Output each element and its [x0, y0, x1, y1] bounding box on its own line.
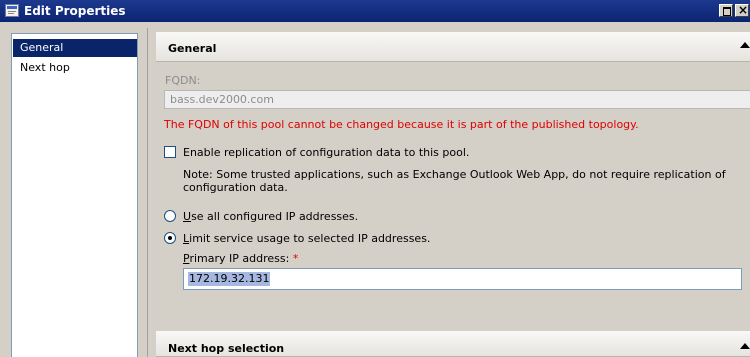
- nav-item-next-hop[interactable]: Next hop: [13, 59, 137, 77]
- close-icon[interactable]: [735, 3, 749, 17]
- section-title: Next hop selection: [168, 342, 285, 355]
- fqdn-label: FQDN:: [165, 74, 201, 87]
- restore-icon[interactable]: [719, 4, 733, 17]
- limit-ip-label[interactable]: Limit service usage to selected IP addre…: [183, 232, 430, 245]
- required-marker: *: [292, 252, 299, 265]
- section-title: General: [168, 42, 217, 55]
- section-header-next-hop[interactable]: Next hop selection: [156, 331, 750, 357]
- primary-ip-label: Primary IP address: *: [183, 252, 298, 265]
- primary-ip-value: 172.19.32.131: [188, 272, 271, 286]
- use-all-ip-radio[interactable]: [164, 210, 176, 222]
- nav-item-general[interactable]: General: [13, 39, 137, 57]
- label-text: rimary IP address:: [189, 252, 290, 265]
- title-bar: Edit Properties: [0, 0, 750, 22]
- collapse-arrow-icon[interactable]: [740, 343, 750, 349]
- option-text: imit service usage to selected IP addres…: [189, 232, 431, 245]
- navigation-list: General Next hop: [11, 33, 138, 357]
- limit-ip-radio[interactable]: [164, 232, 176, 244]
- window-title: Edit Properties: [24, 4, 126, 18]
- replication-checkbox[interactable]: [164, 146, 176, 158]
- content-panel: General FQDN: bass.dev2000.com The FQDN …: [147, 28, 750, 357]
- fqdn-field: bass.dev2000.com: [164, 90, 750, 109]
- replication-note: Note: Some trusted applications, such as…: [183, 168, 726, 194]
- mnemonic-letter: U: [183, 210, 192, 223]
- properties-window-icon: [5, 4, 19, 17]
- option-text: se all configured IP addresses.: [191, 210, 359, 223]
- section-header-general[interactable]: General: [156, 32, 750, 62]
- fqdn-warning-text: The FQDN of this pool cannot be changed …: [164, 118, 639, 131]
- use-all-ip-label[interactable]: Use all configured IP addresses.: [183, 210, 358, 223]
- primary-ip-input[interactable]: 172.19.32.131: [183, 268, 742, 290]
- replication-checkbox-label[interactable]: Enable replication of configuration data…: [183, 146, 469, 159]
- collapse-arrow-icon[interactable]: [740, 42, 750, 48]
